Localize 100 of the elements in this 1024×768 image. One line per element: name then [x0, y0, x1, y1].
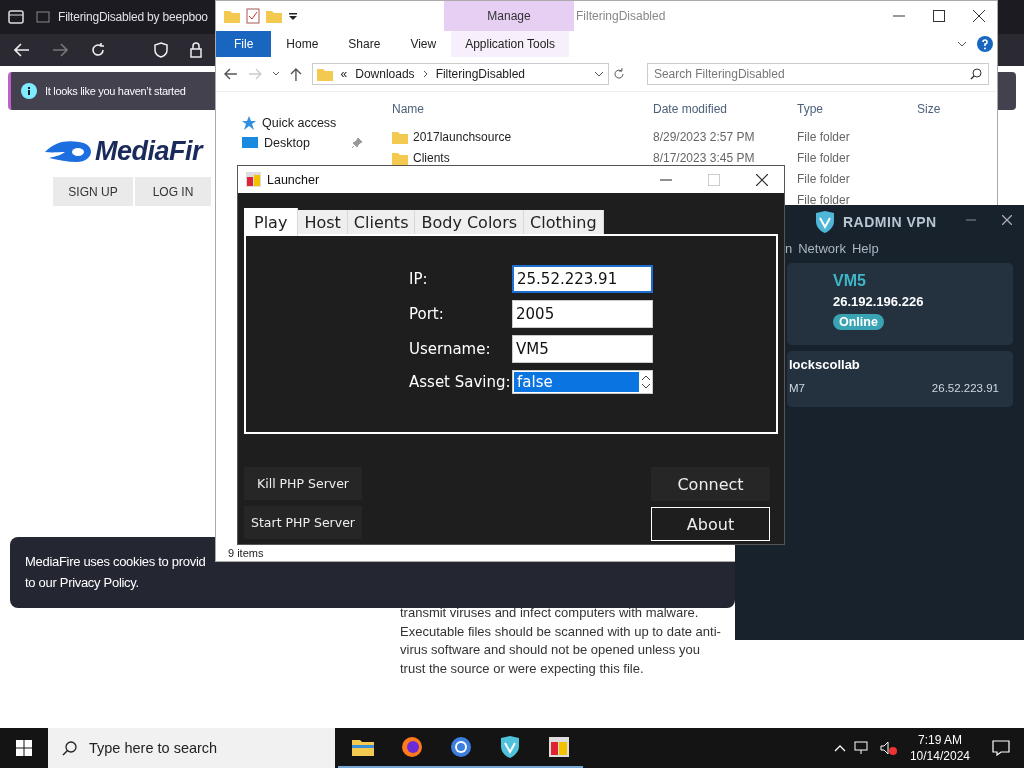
type-cell-text: File folder — [797, 150, 851, 165]
chevron-icon[interactable] — [957, 39, 967, 49]
back-icon[interactable] — [224, 68, 238, 80]
folder-icon — [266, 9, 282, 23]
clock-time[interactable]: 7:19 AM — [917, 732, 962, 748]
desktop-icon — [242, 136, 258, 150]
chevron-icon[interactable] — [271, 70, 280, 78]
breadcrumb[interactable]: FilteringDisabled — [435, 67, 525, 81]
action-button[interactable]: About — [651, 507, 770, 541]
spinner-field[interactable]: false — [512, 370, 653, 394]
separator-icon — [422, 70, 428, 78]
ribbon-tab[interactable]: Home — [271, 31, 334, 57]
tab-list-icon[interactable] — [8, 9, 24, 25]
tab[interactable]: Clothing — [524, 210, 604, 234]
ribbon-tab[interactable]: File — [216, 31, 272, 57]
column-header[interactable]: Date modified — [653, 102, 797, 116]
column-header[interactable]: Size — [917, 102, 997, 116]
contextual-tab-header: Manage — [444, 1, 574, 31]
maximize-icon[interactable] — [933, 10, 945, 22]
reload-icon[interactable] — [90, 42, 106, 58]
refresh-icon[interactable] — [613, 68, 625, 80]
menu-item[interactable]: Help — [851, 241, 879, 256]
ribbon-tab[interactable]: Share — [333, 31, 396, 57]
tab[interactable]: Body Colors — [415, 210, 525, 234]
page-icon — [36, 10, 50, 24]
text-field[interactable]: 25.52.223.91 — [512, 265, 653, 293]
info-icon — [21, 83, 37, 99]
close-icon[interactable] — [1002, 215, 1012, 225]
browser-icon[interactable] — [449, 736, 472, 758]
status-badge: Online — [833, 314, 884, 330]
menu-item[interactable]: Network — [798, 241, 846, 256]
ribbon-tab[interactable]: Application Tools — [451, 31, 570, 57]
search-icon — [969, 68, 982, 80]
lock-icon — [190, 42, 202, 58]
server-button[interactable]: Kill PHP Server — [244, 467, 362, 500]
clock-date[interactable]: 10/14/2024 — [909, 748, 970, 764]
network-name: lockscollab — [789, 357, 860, 372]
chevron-icon[interactable] — [594, 70, 604, 78]
file-name[interactable]: 2017launchsource — [413, 129, 512, 144]
tab[interactable]: Host — [298, 210, 348, 234]
search-icon — [62, 740, 77, 756]
folder-icon[interactable] — [351, 738, 374, 756]
taskbar-search-field[interactable]: Type here to search — [48, 728, 335, 768]
forward-icon[interactable] — [52, 43, 68, 57]
pin-icon[interactable] — [351, 138, 362, 148]
checkmark-icon[interactable] — [246, 8, 260, 24]
file-name[interactable]: Clients — [413, 150, 450, 165]
type-cell-text: File folder — [797, 129, 851, 144]
breadcrumb[interactable]: Downloads — [355, 67, 415, 81]
chevron-up-icon[interactable] — [833, 744, 846, 752]
shield-icon[interactable] — [154, 42, 168, 58]
field-label: Username: — [409, 339, 492, 360]
nav-item[interactable]: Quick access — [242, 116, 384, 130]
tab[interactable]: Play — [244, 208, 299, 236]
folder-icon — [392, 129, 408, 144]
date-cell: 8/17/2023 3:45 PM — [653, 150, 755, 165]
action-button[interactable]: Connect — [651, 467, 770, 501]
folder-icon — [224, 9, 240, 23]
help-icon[interactable] — [977, 36, 993, 52]
server-button[interactable]: Start PHP Server — [244, 506, 362, 539]
nav-label: Quick access — [262, 116, 337, 130]
notification-icon[interactable] — [992, 740, 1010, 756]
up-down-arrows-icon[interactable] — [640, 373, 652, 391]
ribbon-tab[interactable]: View — [395, 31, 452, 57]
column-header[interactable]: Name — [392, 102, 653, 116]
notification-text: It looks like you haven’t started — [45, 85, 186, 97]
close-icon[interactable] — [973, 10, 985, 22]
nav-button[interactable]: SIGN UP — [53, 177, 133, 206]
fox-globe-icon[interactable] — [400, 736, 423, 758]
app-window-icon[interactable] — [547, 736, 570, 758]
muted-speaker-icon[interactable] — [879, 741, 898, 755]
field-label: Asset Saving: — [409, 372, 512, 393]
nav-label: Desktop — [264, 136, 310, 150]
menu-item[interactable]: n — [785, 241, 793, 256]
star-icon — [242, 116, 256, 130]
status-text: 9 items — [228, 547, 264, 559]
text-field[interactable]: 2005 — [512, 300, 653, 328]
search-field[interactable]: Search FilteringDisabled — [646, 63, 989, 85]
type-cell-text: File folder — [797, 192, 851, 207]
shield-icon[interactable] — [499, 736, 520, 758]
column-header[interactable]: Type — [797, 102, 917, 116]
text-field[interactable]: VM5 — [512, 335, 653, 363]
profile-name: VM5 — [833, 272, 866, 290]
warning-paragraph: transmit viruses and infect computers with malware. Executable files should be scanned with up to date anti-virus software and should not be opened unless you trust the source or were expecting this file. — [400, 604, 722, 678]
network-card[interactable]: lockscollab M7 26.52.223.91 — [787, 351, 1013, 407]
overflow-chevrons[interactable]: « — [340, 67, 348, 81]
window-title: FilteringDisabled — [576, 9, 666, 23]
address-bar[interactable]: « Downloads FilteringDisabled — [311, 63, 609, 85]
close-icon[interactable] — [756, 173, 768, 186]
up-arrow-icon[interactable] — [289, 67, 302, 81]
tab[interactable]: Clients — [347, 210, 416, 234]
type-cell-text: File folder — [797, 171, 851, 186]
maximize-icon — [708, 173, 720, 186]
dropdown-icon[interactable] — [288, 11, 298, 21]
window-title: Launcher — [267, 172, 320, 187]
nav-item[interactable]: Desktop — [242, 136, 384, 150]
ip-address: 26.192.196.226 — [833, 294, 924, 309]
windows-logo-icon[interactable] — [16, 740, 32, 756]
app-title: RADMIN VPN — [843, 214, 937, 230]
nav-button[interactable]: LOG IN — [135, 177, 211, 206]
